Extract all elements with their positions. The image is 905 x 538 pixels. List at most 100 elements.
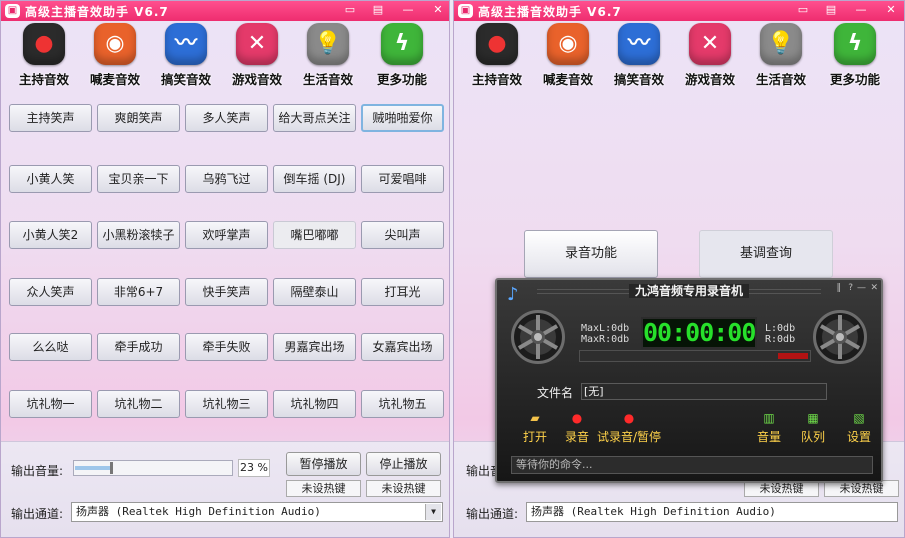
sound-button[interactable]: 爽朗笑声: [97, 104, 180, 132]
settings-button[interactable]: ▧ 设置: [847, 410, 871, 445]
title-bar[interactable]: ▣ 高级主播音效助手 V6.7 ▭ ▤ — ✕: [454, 1, 904, 21]
sound-button[interactable]: 嘴巴嘟嘟: [273, 221, 356, 249]
sound-button[interactable]: 主持笑声: [9, 104, 92, 132]
tool-game-effects[interactable]: ✕ 游戏音效: [224, 23, 290, 88]
sound-button[interactable]: 牵手失败: [185, 333, 268, 361]
sound-button[interactable]: 众人笑声: [9, 278, 92, 306]
volume-button[interactable]: ▥ 音量: [757, 410, 781, 445]
settings-icon: ▧: [853, 411, 865, 425]
right-level: R:0db: [765, 334, 796, 345]
sound-button[interactable]: 坑礼物五: [361, 390, 444, 418]
recorder-dialog[interactable]: ♪ 九鸿音频专用录音机 ‖ ? — ✕ MaxL:0db MaxR:0db 00…: [495, 278, 883, 483]
tool-funny-effects[interactable]: 〰 搞笑音效: [153, 23, 219, 88]
sound-button[interactable]: 快手笑声: [185, 278, 268, 306]
sound-button[interactable]: 给大哥点关注: [273, 104, 356, 132]
minimize-button[interactable]: —: [399, 2, 417, 18]
tool-label: 更多功能: [376, 72, 427, 87]
tool-funny-effects[interactable]: 〰 搞笑音效: [606, 23, 672, 88]
sound-button[interactable]: 坑礼物一: [9, 390, 92, 418]
sound-button[interactable]: 牵手成功: [97, 333, 180, 361]
category-toolbar: ● 主持音效 ◉ 喊麦音效 〰 搞笑音效 ✕ 游戏音效 💡 生活音效 ϟ 更多功…: [454, 23, 904, 87]
tool-label: 游戏音效: [684, 72, 735, 87]
sound-button[interactable]: 乌鸦飞过: [185, 165, 268, 193]
output-channel-select[interactable]: 扬声器 (Realtek High Definition Audio): [526, 502, 898, 522]
tool-game-effects[interactable]: ✕ 游戏音效: [677, 23, 743, 88]
tool-label: 喊麦音效: [89, 72, 140, 87]
tool-shout-effects[interactable]: ◉ 喊麦音效: [535, 23, 601, 88]
tool-shout-effects[interactable]: ◉ 喊麦音效: [82, 23, 148, 88]
folder-icon: ▰: [530, 411, 540, 425]
channel-value: 扬声器 (Realtek High Definition Audio): [531, 505, 776, 518]
test-record-label: 试录音/暂停: [597, 430, 662, 444]
help-icon[interactable]: ?: [848, 283, 853, 293]
sound-button[interactable]: 坑礼物四: [273, 390, 356, 418]
open-button[interactable]: ▰ 打开: [523, 410, 547, 445]
volume-percent: 23 %: [238, 459, 270, 477]
sound-button[interactable]: 小黄人笑2: [9, 221, 92, 249]
tool-host-effects[interactable]: ● 主持音效: [11, 23, 77, 88]
pin-icon[interactable]: ‖: [837, 283, 842, 293]
file-name-field[interactable]: [无]: [581, 383, 827, 400]
sound-button[interactable]: 多人笑声: [185, 104, 268, 132]
sound-button[interactable]: 打耳光: [361, 278, 444, 306]
tool-life-effects[interactable]: 💡 生活音效: [748, 23, 814, 88]
sound-button-selected[interactable]: 贼啪啪爱你: [361, 104, 444, 132]
minimize-button[interactable]: —: [852, 2, 870, 18]
sound-button[interactable]: 女嘉宾出场: [361, 333, 444, 361]
record-icon: ●: [23, 23, 65, 65]
waveform-icon: 〰: [618, 23, 660, 65]
tool-life-effects[interactable]: 💡 生活音效: [295, 23, 361, 88]
sound-button[interactable]: 坑礼物三: [185, 390, 268, 418]
close-button[interactable]: ✕: [882, 2, 900, 18]
volume-slider-thumb[interactable]: [110, 462, 113, 474]
file-name-label: 文件名: [537, 386, 574, 400]
record-function-button[interactable]: 录音功能: [524, 230, 658, 278]
tool-label: 游戏音效: [231, 72, 282, 87]
chevron-down-icon[interactable]: ▼: [425, 504, 441, 520]
max-right-level: MaxR:0db: [581, 334, 630, 345]
tool-label: 更多功能: [829, 72, 880, 87]
recorder-title-bar[interactable]: 九鸿音频专用录音机: [497, 282, 881, 300]
sound-button[interactable]: 欢呼掌声: [185, 221, 268, 249]
key-query-button[interactable]: 基调查询: [699, 230, 833, 278]
tool-more-features[interactable]: ϟ 更多功能: [369, 23, 435, 88]
sound-button[interactable]: 可爱唱啡: [361, 165, 444, 193]
sound-button[interactable]: 倒车摇 (DJ): [273, 165, 356, 193]
sound-button[interactable]: 坑礼物二: [97, 390, 180, 418]
test-record-button[interactable]: ● 试录音/暂停: [597, 410, 661, 445]
open-label: 打开: [523, 430, 548, 444]
record-icon: ●: [476, 23, 518, 65]
tool-host-effects[interactable]: ● 主持音效: [464, 23, 530, 88]
settings-label: 设置: [847, 430, 872, 444]
minimize-icon[interactable]: —: [857, 283, 866, 293]
channel-value: 扬声器 (Realtek High Definition Audio): [76, 505, 321, 518]
sound-button[interactable]: 么么哒: [9, 333, 92, 361]
volume-slider[interactable]: [73, 460, 233, 476]
sound-button[interactable]: 宝贝亲一下: [97, 165, 180, 193]
title-bar[interactable]: ▣ 高级主播音效助手 V6.7 ▭ ▤ — ✕: [1, 1, 449, 21]
chat-icon[interactable]: ▭: [341, 2, 359, 18]
queue-button[interactable]: ▦ 队列: [801, 410, 825, 445]
stop-button[interactable]: 停止播放: [366, 452, 441, 476]
pause-button[interactable]: 暂停播放: [286, 452, 361, 476]
record-label: 录音: [565, 430, 590, 444]
channel-label: 输出通道:: [466, 507, 519, 521]
sound-button[interactable]: 隔壁泰山: [273, 278, 356, 306]
close-button[interactable]: ✕: [429, 2, 447, 18]
sound-button[interactable]: 小黄人笑: [9, 165, 92, 193]
close-icon[interactable]: ✕: [870, 283, 878, 293]
tool-more-features[interactable]: ϟ 更多功能: [822, 23, 888, 88]
channel-label: 输出通道:: [11, 507, 64, 521]
sound-button[interactable]: 非常6+7: [97, 278, 180, 306]
pause-hotkey[interactable]: 未设热键: [286, 480, 361, 497]
sound-button[interactable]: 小黑粉滚犊子: [97, 221, 180, 249]
queue-label: 队列: [801, 430, 826, 444]
skin-icon[interactable]: ▤: [369, 2, 387, 18]
stop-hotkey[interactable]: 未设热键: [366, 480, 441, 497]
output-channel-select[interactable]: 扬声器 (Realtek High Definition Audio) ▼: [71, 502, 443, 522]
sound-button[interactable]: 尖叫声: [361, 221, 444, 249]
sound-button[interactable]: 男嘉宾出场: [273, 333, 356, 361]
skin-icon[interactable]: ▤: [822, 2, 840, 18]
record-button[interactable]: ● 录音: [565, 410, 589, 445]
chat-icon[interactable]: ▭: [794, 2, 812, 18]
